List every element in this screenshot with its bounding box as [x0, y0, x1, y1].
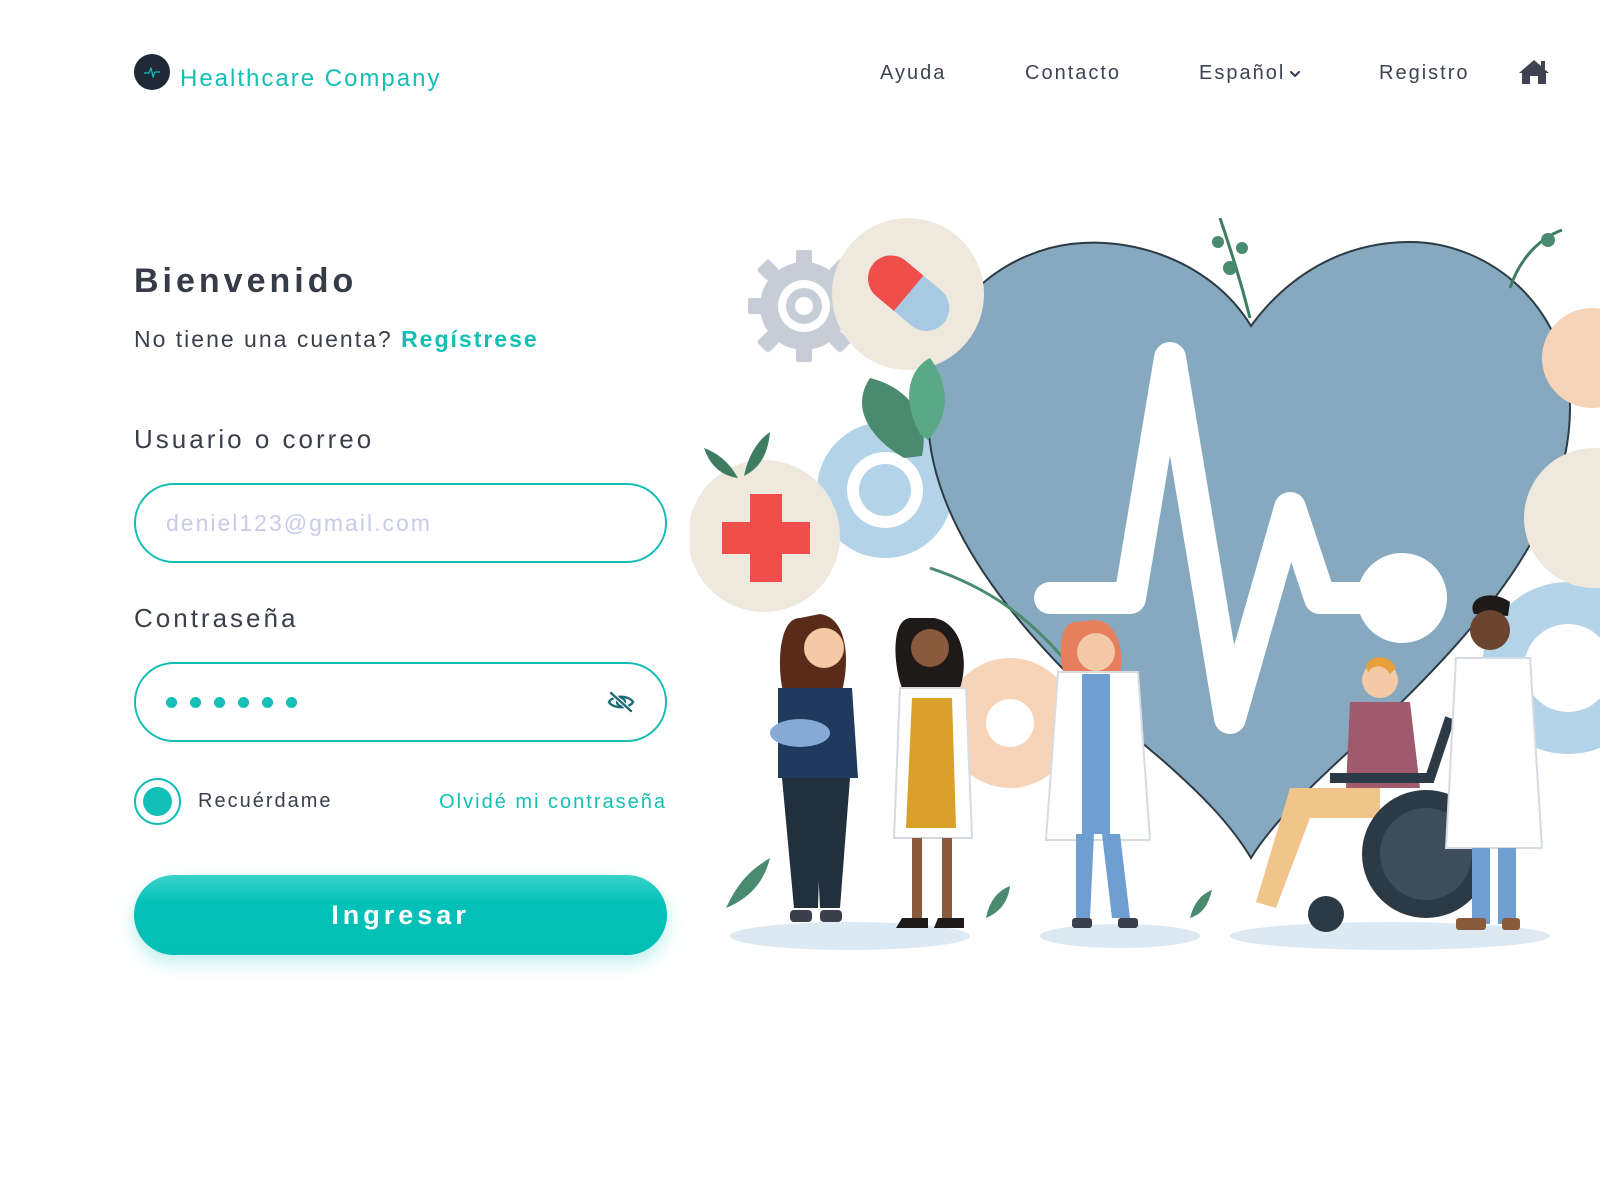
top-nav: Ayuda Contacto Español Registro: [0, 62, 1600, 92]
forgot-password-link[interactable]: Olvidé mi contraseña: [439, 791, 667, 814]
healthcare-illustration: [690, 218, 1600, 950]
doctor-black-hair-figure: [892, 618, 974, 928]
login-button[interactable]: Ingresar: [134, 875, 667, 955]
password-mask-dot: [286, 696, 297, 708]
remember-me-label: Recuérdame: [198, 790, 333, 812]
signup-link[interactable]: Regístrese: [401, 326, 539, 352]
username-input[interactable]: [166, 509, 635, 537]
remember-me-radio[interactable]: [134, 778, 181, 825]
language-select[interactable]: Español: [1199, 62, 1301, 85]
home-icon[interactable]: [1518, 58, 1550, 86]
nav-link-registro[interactable]: Registro: [1379, 62, 1469, 85]
language-label: Español: [1199, 62, 1286, 84]
signup-prompt-line: No tiene una cuenta? Regístrese: [134, 326, 539, 353]
username-label: Usuario o correo: [134, 424, 375, 454]
login-page: Healthcare Company Ayuda Contacto Españo…: [0, 0, 1600, 1200]
pill-icon: [832, 218, 984, 370]
password-mask-dot: [214, 696, 225, 708]
password-mask-dot: [166, 696, 177, 708]
page-title: Bienvenido: [134, 262, 358, 300]
radio-selected-dot: [143, 787, 172, 816]
eye-off-icon: [607, 691, 635, 713]
password-label: Contraseña: [134, 603, 299, 633]
password-field[interactable]: [134, 662, 667, 742]
medical-cross-icon: [690, 460, 840, 612]
chevron-down-icon: [1290, 70, 1301, 77]
password-mask-dot: [238, 696, 249, 708]
username-field[interactable]: [134, 483, 667, 563]
nav-link-contacto[interactable]: Contacto: [1025, 62, 1121, 85]
mother-with-baby-figure: [770, 614, 858, 922]
password-mask-dot: [262, 696, 273, 708]
remember-me-option[interactable]: Recuérdame: [134, 778, 333, 825]
password-input[interactable]: [166, 696, 607, 708]
password-visibility-toggle[interactable]: [607, 690, 635, 714]
signup-prompt: No tiene una cuenta?: [134, 326, 393, 352]
nav-link-ayuda[interactable]: Ayuda: [880, 62, 946, 85]
password-mask-dot: [190, 696, 201, 708]
